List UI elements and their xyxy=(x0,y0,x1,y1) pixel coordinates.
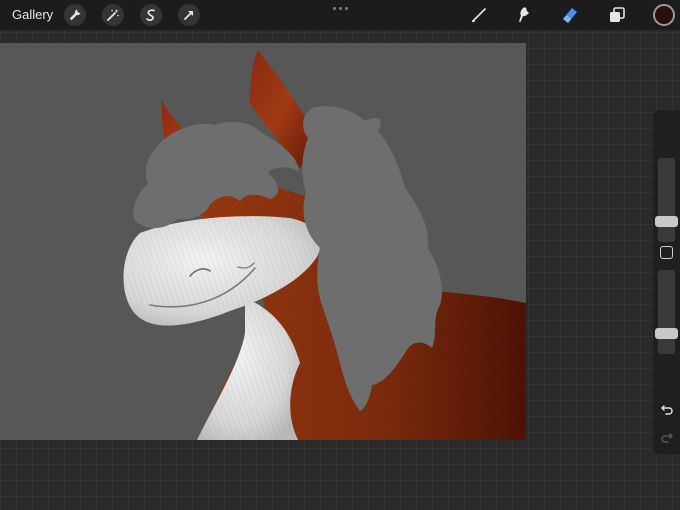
brush-icon xyxy=(472,8,486,23)
adjustments-button[interactable] xyxy=(102,4,124,26)
top-toolbar: Gallery xyxy=(0,0,680,30)
magic-wand-icon xyxy=(107,9,119,21)
opacity-slider[interactable] xyxy=(655,270,678,354)
layers-icon xyxy=(610,7,625,22)
smudge-icon xyxy=(519,7,529,22)
redo-button[interactable] xyxy=(658,428,675,445)
undo-button[interactable] xyxy=(658,400,675,417)
opacity-thumb[interactable] xyxy=(655,328,678,340)
transform-button[interactable] xyxy=(178,4,200,26)
undo-icon xyxy=(660,404,673,415)
actions-button[interactable] xyxy=(64,4,86,26)
gallery-button[interactable]: Gallery xyxy=(12,7,53,22)
transform-arrow-icon xyxy=(184,11,193,20)
selection-button[interactable] xyxy=(140,4,162,26)
brush-size-thumb[interactable] xyxy=(655,216,678,228)
modify-button[interactable] xyxy=(660,246,673,259)
eraser-button[interactable] xyxy=(558,3,582,27)
toolbar-grabber-icon[interactable] xyxy=(333,7,348,10)
layers-button[interactable] xyxy=(605,3,629,27)
brush-size-slider[interactable] xyxy=(655,158,678,242)
drawing-canvas[interactable] xyxy=(0,43,526,440)
side-toolbar xyxy=(653,110,680,454)
eraser-icon xyxy=(563,8,577,23)
redo-icon xyxy=(660,432,673,443)
color-swatch[interactable] xyxy=(653,4,675,26)
wrench-icon xyxy=(69,9,81,21)
horse-painting xyxy=(0,43,526,440)
brush-button[interactable] xyxy=(467,3,491,27)
selection-icon xyxy=(146,9,155,21)
smudge-button[interactable] xyxy=(512,3,536,27)
